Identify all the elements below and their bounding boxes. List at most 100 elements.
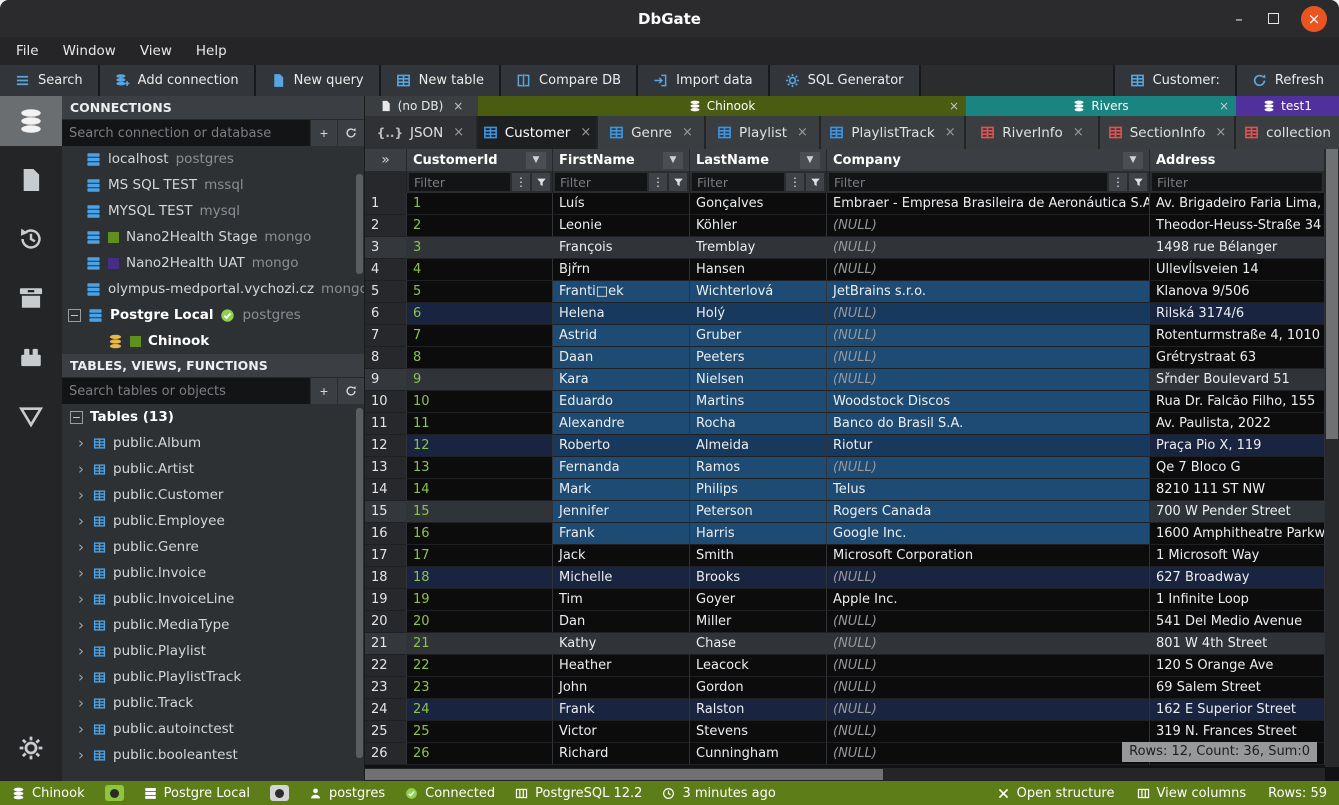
row-number[interactable]: 15 xyxy=(365,501,407,523)
row-number[interactable]: 20 xyxy=(365,611,407,633)
row-number[interactable]: 19 xyxy=(365,589,407,611)
connection-postgre-local[interactable]: −Postgre Localpostgres xyxy=(62,302,364,328)
cell-company[interactable]: (NULL) xyxy=(827,721,1150,743)
chevron-down-icon[interactable]: ▼ xyxy=(663,152,683,169)
toolbar-import-data[interactable]: Import data xyxy=(638,65,768,96)
cell-id[interactable]: 7 xyxy=(407,325,553,347)
cell-address[interactable]: Sřnder Boulevard 51 xyxy=(1150,369,1325,391)
chevron-right-icon[interactable]: › xyxy=(76,616,86,634)
cell-id[interactable]: 14 xyxy=(407,479,553,501)
cell-company[interactable]: (NULL) xyxy=(827,633,1150,655)
row-number[interactable]: 18 xyxy=(365,567,407,589)
cell-address[interactable]: Av. Brigadeiro Faria Lima, 2 xyxy=(1150,193,1325,215)
connection-nano2health-uat[interactable]: Nano2Health UATmongo xyxy=(62,250,364,276)
cell-id[interactable]: 2 xyxy=(407,215,553,237)
row-number[interactable]: 11 xyxy=(365,413,407,435)
cell-company[interactable]: Banco do Brasil S.A. xyxy=(827,413,1150,435)
cell-last[interactable]: Rocha xyxy=(690,413,827,435)
cell-last[interactable]: Miller xyxy=(690,611,827,633)
chevron-right-icon[interactable]: › xyxy=(76,486,86,504)
toolbar-search[interactable]: Search xyxy=(0,65,98,96)
close-icon[interactable]: × xyxy=(682,125,693,140)
row-number[interactable]: 14 xyxy=(365,479,407,501)
toolbar-new-table[interactable]: New table xyxy=(381,65,499,96)
row-number[interactable]: 2 xyxy=(365,215,407,237)
cell-company[interactable]: Rogers Canada xyxy=(827,501,1150,523)
status-connected[interactable]: Connected xyxy=(405,786,495,801)
chevron-right-icon[interactable]: › xyxy=(76,694,86,712)
connection-localhost[interactable]: localhostpostgres xyxy=(62,146,364,172)
cell-first[interactable]: Victor xyxy=(553,721,690,743)
cell-first[interactable]: Kathy xyxy=(553,633,690,655)
status-postgresql-12-2[interactable]: PostgreSQL 12.2 xyxy=(515,786,642,801)
cell-last[interactable]: Harris xyxy=(690,523,827,545)
menu-view[interactable]: View xyxy=(128,43,184,59)
table-public-booleantest[interactable]: › public.booleantest xyxy=(62,742,364,768)
chevron-right-icon[interactable]: › xyxy=(76,746,86,764)
filter-input-firstname[interactable] xyxy=(555,173,647,191)
cell-last[interactable]: Philips xyxy=(690,479,827,501)
close-icon[interactable]: × xyxy=(1215,125,1226,140)
cell-address[interactable]: Rotenturmstraße 4, 1010 In xyxy=(1150,325,1325,347)
chevron-down-icon[interactable]: ▼ xyxy=(1123,152,1143,169)
close-icon[interactable]: × xyxy=(580,125,591,140)
tab-group-test1[interactable]: test1 xyxy=(1236,96,1339,116)
row-number[interactable]: 25 xyxy=(365,721,407,743)
cell-id[interactable]: 22 xyxy=(407,655,553,677)
cell-company[interactable]: (NULL) xyxy=(827,699,1150,721)
cell-company[interactable]: (NULL) xyxy=(827,347,1150,369)
row-number[interactable]: 12 xyxy=(365,435,407,457)
filter-menu-button[interactable]: ⋮ xyxy=(1109,173,1127,191)
row-number[interactable]: 13 xyxy=(365,457,407,479)
table-public-album[interactable]: › public.Album xyxy=(62,430,364,456)
cell-company[interactable]: (NULL) xyxy=(827,215,1150,237)
cell-last[interactable]: Almeida xyxy=(690,435,827,457)
cell-id[interactable]: 25 xyxy=(407,721,553,743)
row-number[interactable]: 24 xyxy=(365,699,407,721)
cell-company[interactable]: (NULL) xyxy=(827,677,1150,699)
toolbar-new-query[interactable]: New query xyxy=(256,65,379,96)
row-number[interactable]: 3 xyxy=(365,237,407,259)
cell-address[interactable]: Praça Pio X, 119 xyxy=(1150,435,1325,457)
connection-color-badge[interactable] xyxy=(105,785,124,801)
cell-last[interactable]: Gordon xyxy=(690,677,827,699)
table-public-playlisttrack[interactable]: › public.PlaylistTrack xyxy=(62,664,364,690)
tab-riverinfo[interactable]: RiverInfo × xyxy=(966,116,1100,149)
cell-last[interactable]: Leacock xyxy=(690,655,827,677)
cell-id[interactable]: 4 xyxy=(407,259,553,281)
cell-company[interactable]: (NULL) xyxy=(827,369,1150,391)
rail-cell-data[interactable] xyxy=(0,391,62,441)
cell-company[interactable]: Microsoft Corporation xyxy=(827,545,1150,567)
chevron-right-icon[interactable]: › xyxy=(76,564,86,582)
grid-corner-button[interactable]: » xyxy=(365,149,407,171)
connection-nano2health-stage[interactable]: Nano2Health Stagemongo xyxy=(62,224,364,250)
cell-first[interactable]: Jennifer xyxy=(553,501,690,523)
cell-id[interactable]: 20 xyxy=(407,611,553,633)
cell-company[interactable]: Woodstock Discos xyxy=(827,391,1150,413)
refresh-tables-button[interactable] xyxy=(337,378,364,404)
chevron-right-icon[interactable]: › xyxy=(76,590,86,608)
cell-first[interactable]: Frank xyxy=(553,523,690,545)
add-connection-button[interactable]: + xyxy=(310,120,337,146)
cell-last[interactable]: Stevens xyxy=(690,721,827,743)
close-button[interactable]: × xyxy=(1301,6,1327,32)
cell-company[interactable]: Riotur xyxy=(827,435,1150,457)
cell-first[interactable]: Jack xyxy=(553,545,690,567)
table-public-genre[interactable]: › public.Genre xyxy=(62,534,364,560)
cell-company[interactable]: (NULL) xyxy=(827,237,1150,259)
cell-id[interactable]: 24 xyxy=(407,699,553,721)
close-icon[interactable]: × xyxy=(1219,99,1229,113)
cell-last[interactable]: Goyer xyxy=(690,589,827,611)
cell-address[interactable]: Qe 7 Bloco G xyxy=(1150,457,1325,479)
close-icon[interactable]: × xyxy=(453,99,463,113)
cell-first[interactable]: Leonie xyxy=(553,215,690,237)
tab-json[interactable]: {..}JSON × xyxy=(365,116,478,149)
rail-connections[interactable] xyxy=(0,96,62,146)
cell-company[interactable]: (NULL) xyxy=(827,457,1150,479)
cell-address[interactable]: 69 Salem Street xyxy=(1150,677,1325,699)
close-icon[interactable]: × xyxy=(945,125,956,140)
chevron-right-icon[interactable]: › xyxy=(76,434,86,452)
rail-settings[interactable] xyxy=(0,723,62,773)
chevron-right-icon[interactable]: › xyxy=(76,460,86,478)
tab-playlist[interactable]: Playlist × xyxy=(706,116,821,149)
